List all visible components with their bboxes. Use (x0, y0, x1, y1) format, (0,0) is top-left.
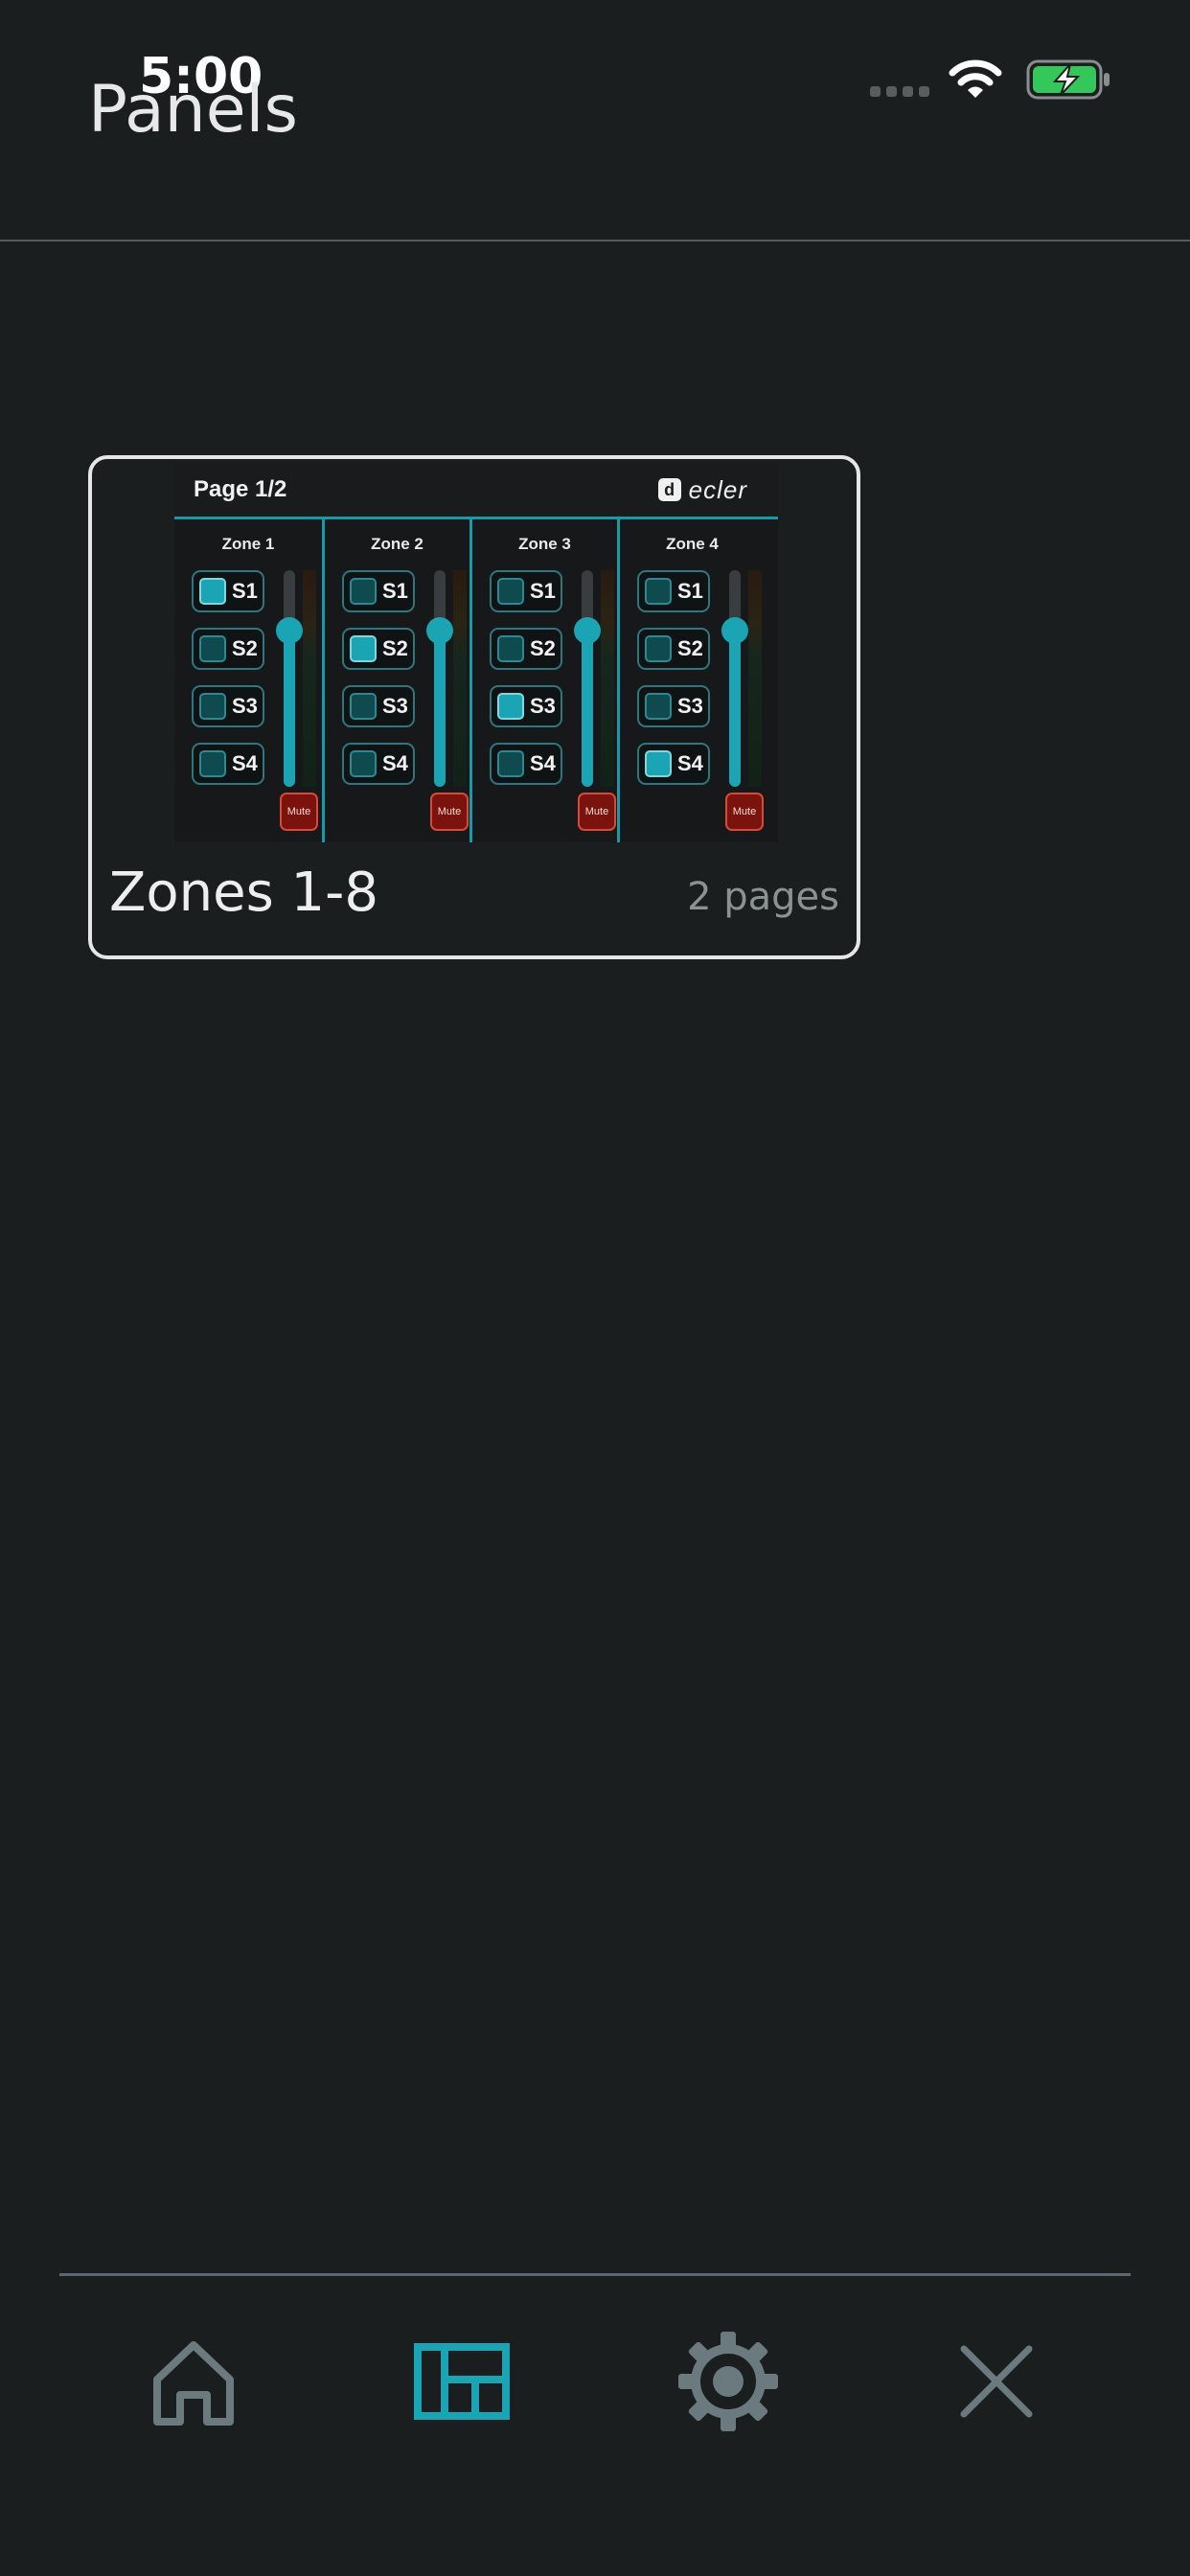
zone-name: Zone 2 (371, 535, 423, 553)
ecler-logo-badge: d (657, 478, 681, 501)
volume-fader-knob (574, 617, 601, 644)
page-title: Panels (88, 72, 298, 148)
level-meter (453, 570, 467, 787)
source-button: S3 (490, 685, 562, 727)
header-divider (0, 240, 1190, 242)
source-indicator (350, 750, 377, 777)
source-label: S3 (530, 694, 556, 718)
source-label: S3 (232, 694, 258, 718)
thumbnail-header: Page 1/2 d ecler (174, 463, 778, 519)
volume-fader-fill (582, 631, 593, 787)
tab-close[interactable] (939, 2324, 1054, 2439)
volume-fader-fill (729, 631, 741, 787)
source-button: S2 (490, 628, 562, 670)
source-label: S2 (382, 636, 408, 660)
gear-icon (678, 2332, 778, 2431)
panel-name: Zones 1-8 (109, 862, 379, 924)
ecler-logo-text: ecler (688, 474, 747, 504)
tab-bar-divider (59, 2273, 1131, 2276)
source-indicator (645, 635, 672, 662)
level-meter (748, 570, 762, 787)
volume-fader-fill (284, 631, 295, 787)
source-indicator (350, 635, 377, 662)
source-indicator (497, 693, 524, 720)
level-meter (601, 570, 614, 787)
source-indicator (645, 578, 672, 605)
panel-card[interactable]: Page 1/2 d ecler Zone 1 S1 S2 S3 S4 Mute Zone … (88, 455, 860, 959)
source-label: S4 (677, 751, 703, 775)
source-label: S1 (382, 579, 408, 603)
source-label: S4 (530, 751, 556, 775)
source-button: S4 (637, 743, 710, 785)
source-label: S3 (382, 694, 408, 718)
source-label: S2 (677, 636, 703, 660)
volume-fader-knob (426, 617, 453, 644)
source-button: S4 (342, 743, 415, 785)
source-button: S2 (192, 628, 264, 670)
mute-button: Mute (578, 793, 616, 831)
zone-name: Zone 3 (518, 535, 571, 553)
source-label: S1 (530, 579, 556, 603)
source-indicator (497, 635, 524, 662)
volume-fader-knob (276, 617, 303, 644)
source-button: S1 (490, 570, 562, 612)
source-button: S3 (192, 685, 264, 727)
source-button: S1 (192, 570, 264, 612)
cellular-signal-icon (870, 86, 931, 98)
thumbnail-page-label: Page 1/2 (194, 476, 287, 502)
source-label: S4 (232, 751, 258, 775)
source-label: S1 (232, 579, 258, 603)
thumbnail-zone: Zone 2 S1 S2 S3 S4 Mute (322, 519, 469, 842)
source-label: S1 (677, 579, 703, 603)
wifi-icon (949, 59, 1002, 98)
source-label: S2 (530, 636, 556, 660)
volume-fader-fill (434, 631, 446, 787)
panel-page-count: 2 pages (687, 875, 839, 919)
source-indicator (350, 693, 377, 720)
source-indicator (199, 578, 226, 605)
source-indicator (199, 693, 226, 720)
ecler-logo: d ecler (657, 474, 747, 504)
close-icon (960, 2345, 1033, 2418)
source-button: S2 (637, 628, 710, 670)
source-button: S1 (342, 570, 415, 612)
source-button: S3 (342, 685, 415, 727)
panel-thumbnail: Page 1/2 d ecler Zone 1 S1 S2 S3 S4 Mute Zone … (174, 463, 778, 842)
source-indicator (645, 750, 672, 777)
battery-charging-icon (1026, 59, 1110, 100)
source-button: S4 (192, 743, 264, 785)
thumbnail-zone: Zone 4 S1 S2 S3 S4 Mute (617, 519, 765, 842)
thumbnail-zone: Zone 1 S1 S2 S3 S4 Mute (174, 519, 322, 842)
thumbnail-zone: Zone 3 S1 S2 S3 S4 Mute (469, 519, 617, 842)
thumbnail-zones: Zone 1 S1 S2 S3 S4 Mute Zone 2 S1 S2 S3 S4 Mute Zone… (174, 519, 778, 842)
mute-button: Mute (280, 793, 318, 831)
zone-name: Zone 1 (221, 535, 275, 553)
source-label: S2 (232, 636, 258, 660)
tab-panels[interactable] (404, 2324, 519, 2439)
mute-button: Mute (430, 793, 469, 831)
source-indicator (350, 578, 377, 605)
zone-name: Zone 4 (666, 535, 719, 553)
source-button: S3 (637, 685, 710, 727)
panels-icon (414, 2343, 510, 2420)
level-meter (303, 570, 316, 787)
source-indicator (497, 750, 524, 777)
source-button: S2 (342, 628, 415, 670)
volume-fader-knob (721, 617, 748, 644)
home-icon (153, 2341, 234, 2426)
source-label: S3 (677, 694, 703, 718)
tab-home[interactable] (136, 2324, 251, 2439)
source-indicator (199, 635, 226, 662)
tab-settings[interactable] (671, 2324, 786, 2439)
source-button: S4 (490, 743, 562, 785)
source-button: S1 (637, 570, 710, 612)
source-indicator (645, 693, 672, 720)
source-indicator (497, 578, 524, 605)
mute-button: Mute (725, 793, 764, 831)
source-label: S4 (382, 751, 408, 775)
source-indicator (199, 750, 226, 777)
